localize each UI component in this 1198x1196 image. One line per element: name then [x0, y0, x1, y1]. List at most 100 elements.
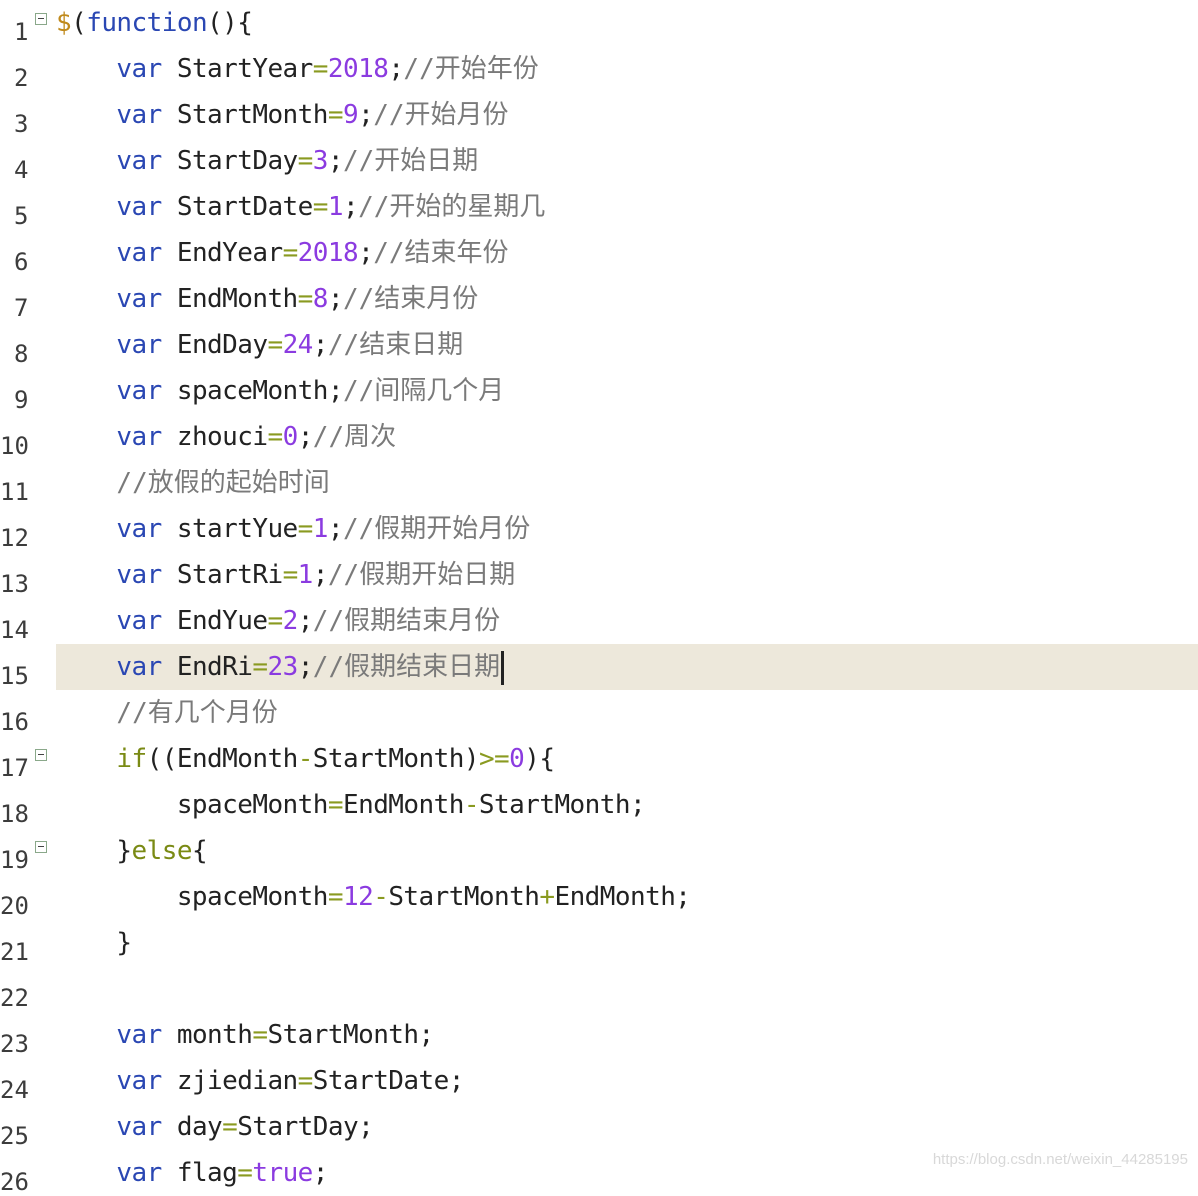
line-number-label: 18 [0, 800, 29, 828]
operator-token: = [267, 606, 283, 636]
code-token: spaceMonth [176, 882, 329, 912]
code-line[interactable]: 24 var zjiedian=StartDate; [0, 1058, 1198, 1104]
line-number: 13 [0, 552, 36, 598]
code-token: ( [71, 8, 87, 38]
code-text: //放假的起始时间 [56, 460, 330, 506]
comment-token: //开始月份 [373, 100, 509, 130]
code-line[interactable]: 11 //放假的起始时间 [0, 460, 1198, 506]
code-line[interactable]: 22 [0, 966, 1198, 1012]
keyword-token: var [116, 652, 162, 682]
code-line[interactable]: 19 }else{ [0, 828, 1198, 874]
line-number-label: 13 [0, 570, 29, 598]
line-number-label: 5 [14, 202, 29, 230]
code-line[interactable]: 9 var spaceMonth;//间隔几个月 [0, 368, 1198, 414]
code-line[interactable]: 6 var EndYear=2018;//结束年份 [0, 230, 1198, 276]
operator-token: = [252, 1020, 268, 1050]
code-line[interactable]: 17 if((EndMonth-StartMonth)>=0){ [0, 736, 1198, 782]
comment-token: //假期结束月份 [312, 606, 501, 636]
fold-collapse-icon[interactable] [35, 749, 47, 761]
number-token: 2 [282, 606, 299, 636]
code-line[interactable]: 10 var zhouci=0;//周次 [0, 414, 1198, 460]
code-token: StartYear [161, 54, 314, 84]
line-number-label: 3 [14, 110, 29, 138]
line-number-label: 9 [14, 386, 29, 414]
code-line[interactable]: 2 var StartYear=2018;//开始年份 [0, 46, 1198, 92]
comment-token: //有几个月份 [116, 698, 278, 728]
code-text: var StartRi=1;//假期开始日期 [56, 552, 515, 598]
code-text: var EndDay=24;//结束日期 [56, 322, 463, 368]
code-text: }else{ [56, 828, 207, 874]
code-editor[interactable]: 1 $(function(){2 var StartYear=2018;//开始年… [0, 0, 1198, 1196]
code-line[interactable]: 14 var EndYue=2;//假期结束月份 [0, 598, 1198, 644]
line-number-label: 22 [0, 984, 29, 1012]
line-number-label: 8 [14, 340, 29, 368]
operator-token: = [267, 422, 283, 452]
code-line[interactable]: 23 var month=StartMonth; [0, 1012, 1198, 1058]
code-token: day [161, 1112, 223, 1142]
keyword-token: var [116, 1112, 162, 1142]
line-number-label: 14 [0, 616, 29, 644]
code-line[interactable]: 21 } [0, 920, 1198, 966]
line-number: 5 [0, 184, 36, 230]
code-text: var day=StartDay; [56, 1104, 373, 1150]
comment-token: //放假的起始时间 [116, 468, 330, 498]
line-number: 9 [0, 368, 36, 414]
code-line[interactable]: 12 var startYue=1;//假期开始月份 [0, 506, 1198, 552]
current-line[interactable]: 15 var EndRi=23;//假期结束日期 [0, 644, 1198, 690]
code-line[interactable]: 16 //有几个月份 [0, 690, 1198, 736]
code-token: StartMonth [388, 882, 540, 912]
comment-token: //间隔几个月 [342, 376, 505, 406]
fold-collapse-icon[interactable] [35, 13, 47, 25]
number-token: 12 [342, 882, 374, 912]
line-number-label: 23 [0, 1030, 29, 1058]
number-token: 8 [312, 284, 329, 314]
line-number-label: 4 [14, 156, 29, 184]
line-number: 15 [0, 644, 36, 690]
code-token: ; [327, 284, 344, 314]
code-line[interactable]: 13 var StartRi=1;//假期开始日期 [0, 552, 1198, 598]
code-token: StartMonth; [478, 790, 646, 820]
keyword-token: var [116, 284, 162, 314]
code-text: var month=StartMonth; [56, 1012, 434, 1058]
text-cursor [501, 650, 505, 685]
code-line[interactable]: 3 var StartMonth=9;//开始月份 [0, 92, 1198, 138]
keyword-token: var [116, 146, 162, 176]
code-line[interactable]: 5 var StartDate=1;//开始的星期几 [0, 184, 1198, 230]
line-number-label: 20 [0, 892, 29, 920]
operator-token: = [252, 652, 268, 682]
operator-token: = [327, 100, 344, 130]
line-number-label: 10 [0, 432, 29, 460]
code-token: ; [297, 606, 314, 636]
code-line[interactable]: 18 spaceMonth=EndMonth-StartMonth; [0, 782, 1198, 828]
keyword-token: var [116, 422, 162, 452]
line-number-label: 2 [14, 64, 29, 92]
fold-collapse-icon[interactable] [35, 841, 47, 853]
number-token: 1 [327, 192, 344, 222]
code-token: ; [388, 54, 404, 84]
code-line[interactable]: 4 var StartDay=3;//开始日期 [0, 138, 1198, 184]
comment-token: //开始年份 [403, 54, 539, 84]
code-text: var StartDay=3;//开始日期 [56, 138, 478, 184]
code-line[interactable]: 20 spaceMonth=12-StartMonth+EndMonth; [0, 874, 1198, 920]
code-token: EndYear [161, 238, 283, 268]
code-line[interactable]: 7 var EndMonth=8;//结束月份 [0, 276, 1198, 322]
operator-token: = [312, 54, 329, 84]
code-line[interactable]: 8 var EndDay=24;//结束日期 [0, 322, 1198, 368]
code-line[interactable]: 25 var day=StartDay; [0, 1104, 1198, 1150]
code-line[interactable]: 1 $(function(){ [0, 0, 1198, 46]
code-token: zjiedian [161, 1066, 298, 1096]
code-token: StartMonth; [267, 1020, 434, 1050]
number-token: 9 [342, 100, 359, 130]
operator-token: = [297, 1066, 314, 1096]
keyword-token: function [86, 8, 208, 38]
code-token: } [116, 836, 132, 866]
